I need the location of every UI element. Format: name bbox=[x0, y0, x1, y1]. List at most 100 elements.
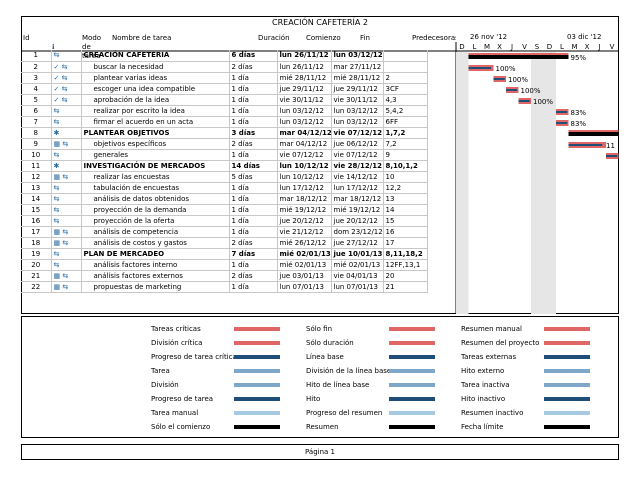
table-row[interactable]: 12 ▦ ⇆ realizar las encuestas 5 días lun 10/… bbox=[21, 171, 428, 183]
task-name[interactable]: firmar el acuerdo en un acta bbox=[81, 116, 230, 128]
task-name[interactable]: buscar la necesidad bbox=[81, 61, 230, 73]
task-predecessors: 20 bbox=[383, 270, 428, 282]
task-name[interactable]: análisis de competencia bbox=[81, 226, 230, 238]
legend-swatch bbox=[544, 411, 590, 415]
table-row[interactable]: 21 ▦ ⇆ análisis factores externos 2 días jue… bbox=[21, 270, 428, 282]
task-end: mié 28/11/12 bbox=[331, 72, 384, 84]
summary-bar bbox=[568, 132, 619, 136]
table-row[interactable]: 16 ⇆ proyección de la oferta 1 día jue 20/1… bbox=[21, 215, 428, 227]
legend-label: Fecha límite bbox=[461, 423, 504, 431]
task-progress bbox=[606, 155, 618, 157]
task-end: lun 17/12/12 bbox=[331, 182, 384, 194]
task-duration: 2 días bbox=[229, 138, 278, 150]
table-row[interactable]: 3 ✓ ⇆ plantear varias ideas 1 día mié 28/11/… bbox=[21, 72, 428, 84]
task-name[interactable]: proyección de la demanda bbox=[81, 204, 230, 216]
task-id: 17 bbox=[21, 226, 52, 238]
task-name[interactable]: análisis factores interno bbox=[81, 259, 230, 271]
timescale-week1: 26 nov '12 bbox=[470, 33, 508, 41]
task-name[interactable]: PLAN DE MERCADEO bbox=[81, 248, 230, 260]
legend-label: Tarea bbox=[151, 367, 170, 375]
legend-label: Hito inactivo bbox=[461, 395, 506, 403]
legend-swatch bbox=[234, 411, 280, 415]
task-name[interactable]: análisis factores externos bbox=[81, 270, 230, 282]
task-id: 11 bbox=[21, 160, 52, 172]
table-row[interactable]: 15 ⇆ proyección de la demanda 1 día mié 19/… bbox=[21, 204, 428, 216]
task-end: mié 19/12/12 bbox=[331, 204, 384, 216]
legend-swatch bbox=[544, 369, 590, 373]
table-row[interactable]: 10 ⇆ generales 1 día vie 07/12/12 vie 07/12/… bbox=[21, 149, 428, 161]
legend-swatch bbox=[544, 397, 590, 401]
task-name[interactable]: INVESTIGACIÓN DE MERCADOS bbox=[81, 160, 230, 172]
task-predecessors: 14 bbox=[383, 204, 428, 216]
task-name[interactable]: PLANTEAR OBJETIVOS bbox=[81, 127, 230, 139]
task-progress bbox=[506, 89, 518, 91]
table-row[interactable]: 17 ▦ ⇆ análisis de competencia 1 día vie 21/… bbox=[21, 226, 428, 238]
task-mode-icon: ⇆ bbox=[51, 248, 82, 260]
table-row[interactable]: 18 ▦ ⇆ análisis de costos y gastos 2 días mi… bbox=[21, 237, 428, 249]
task-duration: 7 días bbox=[229, 248, 278, 260]
task-end: vie 30/11/12 bbox=[331, 94, 384, 106]
table-row[interactable]: 19 ⇆ PLAN DE MERCADEO 7 días mié 02/01/13 ju… bbox=[21, 248, 428, 260]
task-id: 1 bbox=[21, 50, 52, 62]
task-name[interactable]: análisis de datos obtenidos bbox=[81, 193, 230, 205]
task-name[interactable]: plantear varias ideas bbox=[81, 72, 230, 84]
task-name[interactable]: CREACIÓN CAFETERÍA bbox=[81, 50, 230, 62]
table-row[interactable]: 5 ✓ ⇆ aprobación de la idea 1 día vie 30/11/… bbox=[21, 94, 428, 106]
task-predecessors: 1,7,2 bbox=[383, 127, 428, 139]
summary-bar bbox=[468, 55, 569, 59]
task-end: mar 18/12/12 bbox=[331, 193, 384, 205]
legend-label: Tareas críticas bbox=[151, 325, 201, 333]
table-row[interactable]: 1 ⇆ CREACIÓN CAFETERÍA 6 días lun 26/11/12 l… bbox=[21, 50, 428, 62]
task-id: 4 bbox=[21, 83, 52, 95]
task-duration: 1 día bbox=[229, 149, 278, 161]
task-predecessors: 12,2 bbox=[383, 182, 428, 194]
task-duration: 1 día bbox=[229, 215, 278, 227]
task-mode-icon: ⇆ bbox=[51, 215, 82, 227]
task-duration: 1 día bbox=[229, 105, 278, 117]
task-name[interactable]: tabulación de encuestas bbox=[81, 182, 230, 194]
task-mode-icon: ⇆ bbox=[51, 149, 82, 161]
task-name[interactable]: análisis de costos y gastos bbox=[81, 237, 230, 249]
legend-swatch bbox=[389, 369, 435, 373]
task-duration: 1 día bbox=[229, 182, 278, 194]
task-predecessors: 9 bbox=[383, 149, 428, 161]
task-id: 14 bbox=[21, 193, 52, 205]
task-id: 12 bbox=[21, 171, 52, 183]
table-row[interactable]: 14 ⇆ análisis de datos obtenidos 1 día mar … bbox=[21, 193, 428, 205]
table-row[interactable]: 6 ⇆ realizar por escrito la idea 1 día lun … bbox=[21, 105, 428, 117]
task-mode-icon: ✓ ⇆ bbox=[51, 61, 82, 73]
legend-items: Tareas críticas División crítica Progreso … bbox=[21, 316, 619, 438]
table-row[interactable]: 20 ⇆ análisis factores interno 1 día mié 02… bbox=[21, 259, 428, 271]
task-mode-icon: ✓ ⇆ bbox=[51, 94, 82, 106]
task-name[interactable]: generales bbox=[81, 149, 230, 161]
table-row[interactable]: 8 ✱ PLANTEAR OBJETIVOS 3 días mar 04/12/12 v… bbox=[21, 127, 428, 139]
legend-swatch bbox=[389, 327, 435, 331]
task-name[interactable]: proyección de la oferta bbox=[81, 215, 230, 227]
task-name[interactable]: propuestas de marketing bbox=[81, 281, 230, 293]
table-row[interactable]: 7 ⇆ firmar el acuerdo en un acta 1 día lun … bbox=[21, 116, 428, 128]
legend-swatch bbox=[389, 397, 435, 401]
table-row[interactable]: 9 ▦ ⇆ objetivos específicos 2 días mar 04/12… bbox=[21, 138, 428, 150]
task-progress bbox=[493, 78, 505, 80]
table-row[interactable]: 2 ✓ ⇆ buscar la necesidad 2 días lun 26/11/1… bbox=[21, 61, 428, 73]
task-end: vie 28/12/12 bbox=[331, 160, 384, 172]
legend-label: Línea base bbox=[306, 353, 344, 361]
table-row[interactable]: 11 ✱ INVESTIGACIÓN DE MERCADOS 14 días lun … bbox=[21, 160, 428, 172]
table-row[interactable]: 4 ✓ ⇆ escoger una idea compatible 1 día jue … bbox=[21, 83, 428, 95]
task-name[interactable]: realizar las encuestas bbox=[81, 171, 230, 183]
legend-swatch bbox=[234, 369, 280, 373]
task-name[interactable]: escoger una idea compatible bbox=[81, 83, 230, 95]
task-start: lun 03/12/12 bbox=[277, 116, 332, 128]
task-id: 13 bbox=[21, 182, 52, 194]
legend-swatch bbox=[234, 425, 280, 429]
task-name[interactable]: aprobación de la idea bbox=[81, 94, 230, 106]
table-row[interactable]: 22 ▦ ⇆ propuestas de marketing 1 día lun 07/… bbox=[21, 281, 428, 293]
task-name[interactable]: objetivos específicos bbox=[81, 138, 230, 150]
task-progress bbox=[468, 67, 491, 69]
legend-swatch bbox=[234, 383, 280, 387]
task-start: lun 26/11/12 bbox=[277, 61, 332, 73]
task-name[interactable]: realizar por escrito la idea bbox=[81, 105, 230, 117]
timescale-week2: 03 dic '12 bbox=[567, 33, 602, 41]
task-end: vie 07/12/12 bbox=[331, 149, 384, 161]
table-row[interactable]: 13 ⇆ tabulación de encuestas 1 día lun 17/1… bbox=[21, 182, 428, 194]
